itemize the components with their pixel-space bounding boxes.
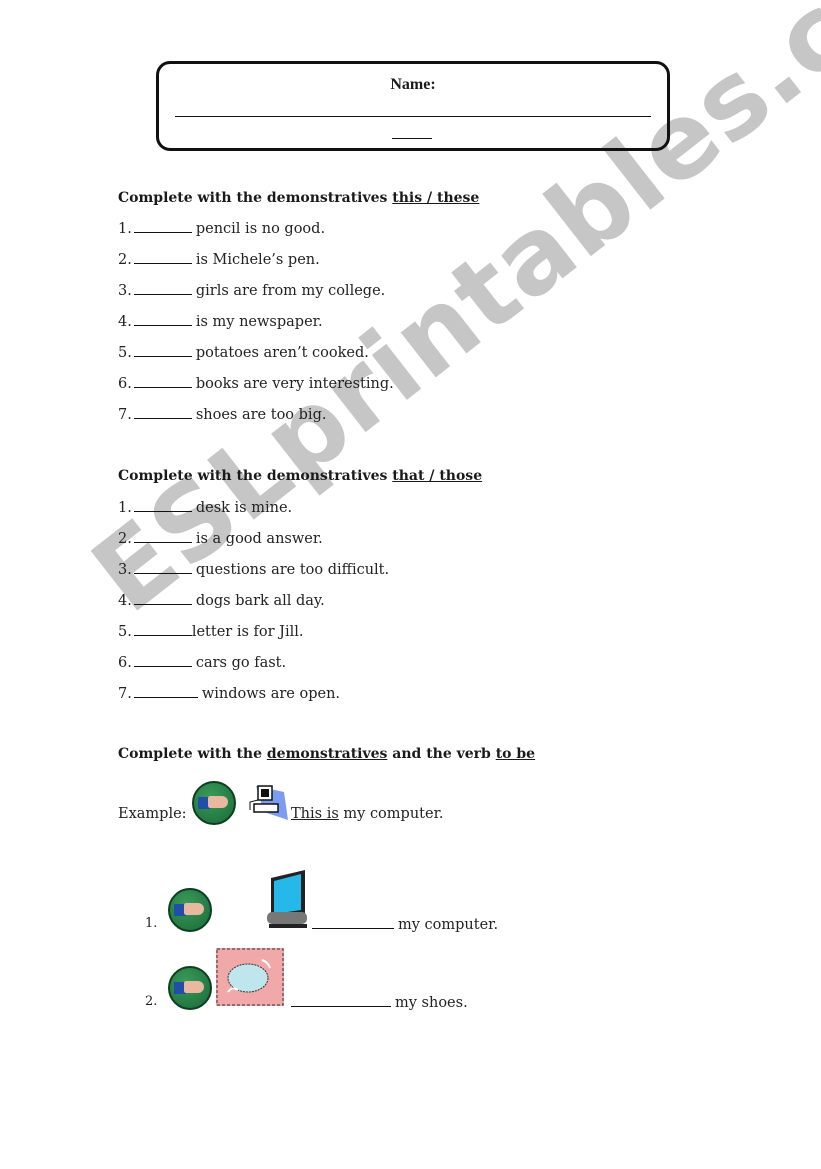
item-number: 3. bbox=[118, 562, 132, 578]
shoes-icon bbox=[216, 948, 284, 1006]
example-answer: This is bbox=[291, 806, 339, 822]
item-number: 5. bbox=[118, 345, 132, 361]
item-text: my computer. bbox=[398, 917, 499, 933]
answer-blank[interactable] bbox=[133, 561, 192, 574]
item-number: 6. bbox=[118, 376, 132, 392]
name-box: Name: bbox=[156, 61, 670, 151]
section2-item: 5. letter is for Jill. bbox=[118, 623, 304, 640]
item-number: 5. bbox=[118, 624, 132, 640]
section1-item: 3. girls are from my college. bbox=[118, 282, 385, 299]
section2-item: 4. dogs bark all day. bbox=[118, 592, 325, 609]
exercise3-item: my computer. bbox=[310, 916, 498, 933]
section1-item: 2. is Michele’s pen. bbox=[118, 251, 320, 268]
pointing-hand-icon bbox=[168, 888, 212, 932]
item-text: letter is for Jill. bbox=[191, 624, 304, 640]
section1-item: 6. books are very interesting. bbox=[118, 375, 394, 392]
item-number: 1. bbox=[118, 500, 132, 516]
item-text: shoes are too big. bbox=[195, 407, 327, 423]
section2-title: Complete with the demonstratives that / … bbox=[118, 468, 482, 484]
item-text: potatoes aren’t cooked. bbox=[195, 345, 369, 361]
item-text: desk is mine. bbox=[195, 500, 293, 516]
computer-icon bbox=[244, 782, 288, 822]
name-line-continuation[interactable] bbox=[392, 138, 432, 139]
answer-blank[interactable] bbox=[133, 623, 192, 636]
section2-item: 3. questions are too difficult. bbox=[118, 561, 389, 578]
section1-title-emph: this / these bbox=[392, 190, 480, 206]
item-text: books are very interesting. bbox=[195, 376, 394, 392]
section3-title-d: to be bbox=[495, 746, 536, 762]
item-number: 3. bbox=[118, 283, 132, 299]
answer-blank[interactable] bbox=[291, 994, 391, 1007]
item-text: windows are open. bbox=[201, 686, 341, 702]
section2-item: 1. desk is mine. bbox=[118, 499, 292, 516]
exercise3-item: my shoes. bbox=[289, 994, 468, 1011]
answer-blank[interactable] bbox=[133, 282, 192, 295]
section1-item: 5. potatoes aren’t cooked. bbox=[118, 344, 369, 361]
answer-blank[interactable] bbox=[312, 916, 394, 929]
section1-title: Complete with the demonstratives this / … bbox=[118, 190, 479, 206]
item-text: dogs bark all day. bbox=[195, 593, 325, 609]
section3-title-b: demonstratives bbox=[266, 746, 388, 762]
name-label: Name: bbox=[390, 76, 436, 93]
item-text: is a good answer. bbox=[195, 531, 323, 547]
section2-item: 7. windows are open. bbox=[118, 685, 340, 702]
section2-item: 2. is a good answer. bbox=[118, 530, 323, 547]
answer-blank[interactable] bbox=[133, 499, 192, 512]
section1-item: 4. is my newspaper. bbox=[118, 313, 323, 330]
example-sentence: This is my computer. bbox=[291, 806, 444, 822]
computer-monitor-icon bbox=[265, 868, 311, 930]
item-number: 6. bbox=[118, 655, 132, 671]
pointing-hand-icon bbox=[192, 781, 236, 825]
answer-blank[interactable] bbox=[133, 220, 192, 233]
answer-blank[interactable] bbox=[133, 685, 198, 698]
answer-blank[interactable] bbox=[133, 313, 192, 326]
answer-blank[interactable] bbox=[133, 654, 192, 667]
item-number: 7. bbox=[118, 686, 132, 702]
item-text: is Michele’s pen. bbox=[195, 252, 320, 268]
section3-title-a: Complete with the bbox=[118, 746, 267, 762]
item-number: 2. bbox=[118, 531, 132, 547]
item-text: my shoes. bbox=[395, 995, 468, 1011]
exercise3-item-number: 2. bbox=[145, 994, 158, 1009]
item-number: 4. bbox=[118, 314, 132, 330]
section1-title-prefix: Complete with the demonstratives bbox=[118, 190, 393, 206]
name-line[interactable] bbox=[175, 116, 651, 117]
section2-title-prefix: Complete with the demonstratives bbox=[118, 468, 393, 484]
item-text: cars go fast. bbox=[195, 655, 287, 671]
item-number: 4. bbox=[118, 593, 132, 609]
item-text: pencil is no good. bbox=[195, 221, 326, 237]
answer-blank[interactable] bbox=[133, 375, 192, 388]
exercise3-item-number: 1. bbox=[145, 916, 158, 931]
answer-blank[interactable] bbox=[133, 344, 192, 357]
item-number: 1. bbox=[118, 221, 132, 237]
item-number: 2. bbox=[118, 252, 132, 268]
section2-item: 6. cars go fast. bbox=[118, 654, 286, 671]
item-text: girls are from my college. bbox=[195, 283, 386, 299]
section3-title: Complete with the demonstratives and the… bbox=[118, 746, 535, 762]
item-text: questions are too difficult. bbox=[195, 562, 390, 578]
section3-title-c: and the verb bbox=[387, 746, 496, 762]
answer-blank[interactable] bbox=[133, 530, 192, 543]
item-number: 7. bbox=[118, 407, 132, 423]
example-label: Example: bbox=[118, 806, 187, 822]
answer-blank[interactable] bbox=[133, 251, 192, 264]
answer-blank[interactable] bbox=[133, 592, 192, 605]
pointing-hand-icon bbox=[168, 966, 212, 1010]
section1-item: 7. shoes are too big. bbox=[118, 406, 326, 423]
section1-item: 1. pencil is no good. bbox=[118, 220, 325, 237]
item-text: is my newspaper. bbox=[195, 314, 323, 330]
answer-blank[interactable] bbox=[133, 406, 192, 419]
section2-title-emph: that / those bbox=[392, 468, 483, 484]
example-rest: my computer. bbox=[338, 806, 444, 822]
